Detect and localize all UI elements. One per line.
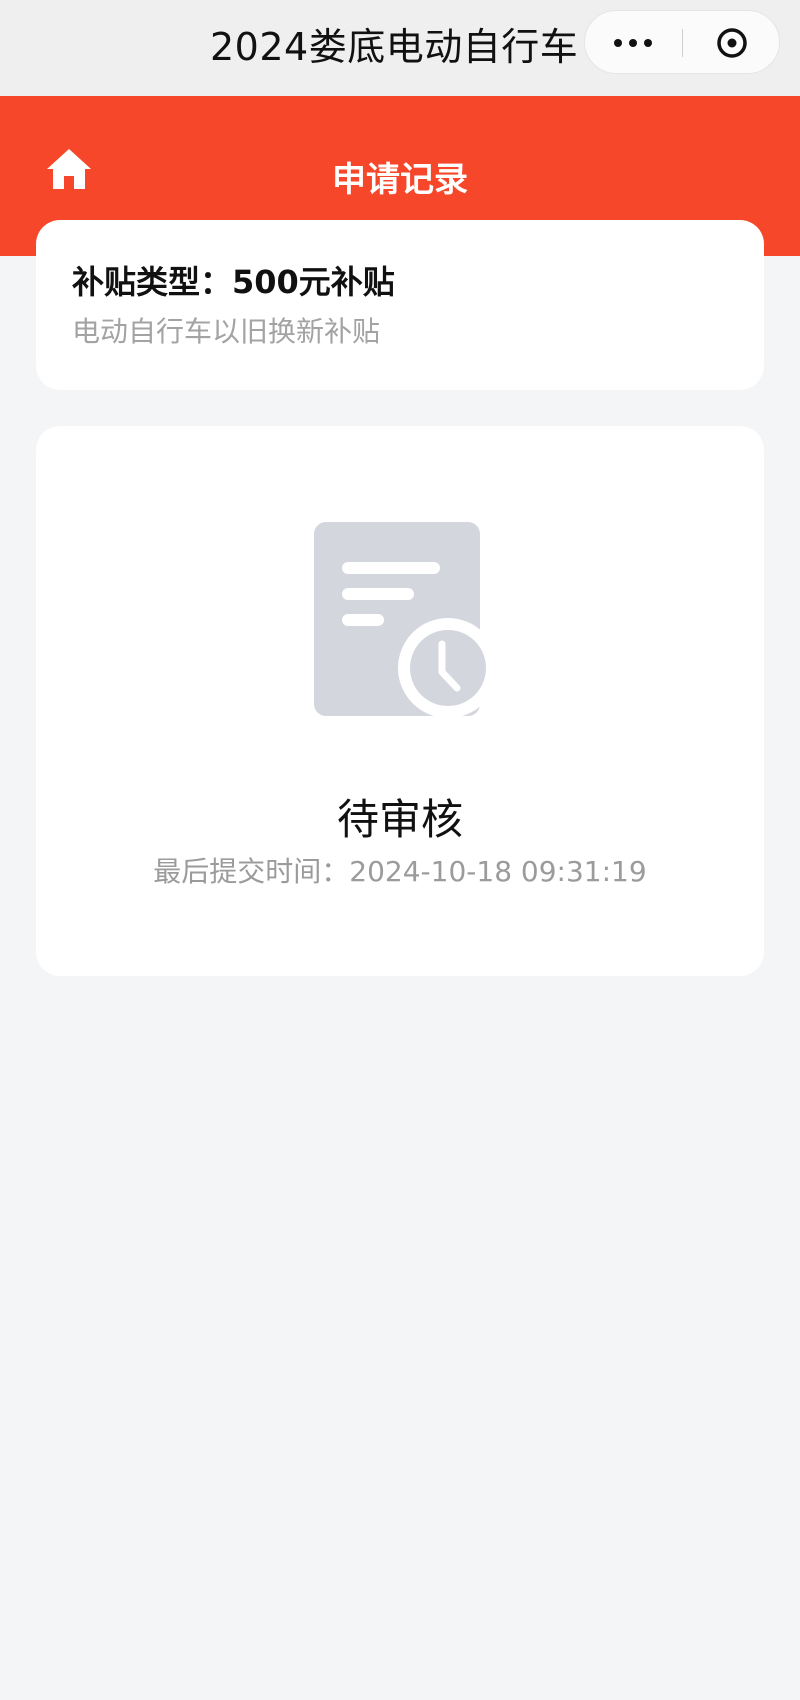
app-title: 2024娄底电动自行车: [210, 25, 579, 69]
subsidy-description: 电动自行车以旧换新补贴: [72, 315, 381, 348]
last-submit-time: 最后提交时间：2024-10-18 09:31:19: [153, 855, 647, 888]
mini-program-title-bar: 2024娄底电动自行车: [0, 0, 800, 96]
document-clock-icon: [314, 522, 498, 718]
more-dot: [629, 39, 637, 47]
status-card: 待审核 最后提交时间：2024-10-18 09:31:19: [36, 426, 764, 976]
subsidy-type-label: 补贴类型：500元补贴: [72, 263, 395, 301]
page-title: 申请记录: [332, 160, 468, 200]
close-button[interactable]: [683, 11, 781, 75]
more-dots-icon: [614, 39, 622, 47]
close-circle-icon: [717, 28, 747, 58]
subsidy-card: 补贴类型：500元补贴 电动自行车以旧换新补贴: [36, 220, 764, 390]
more-dot: [644, 39, 652, 47]
capsule-menu: [584, 10, 780, 74]
more-button[interactable]: [585, 11, 681, 75]
status-label: 待审核: [336, 795, 463, 844]
